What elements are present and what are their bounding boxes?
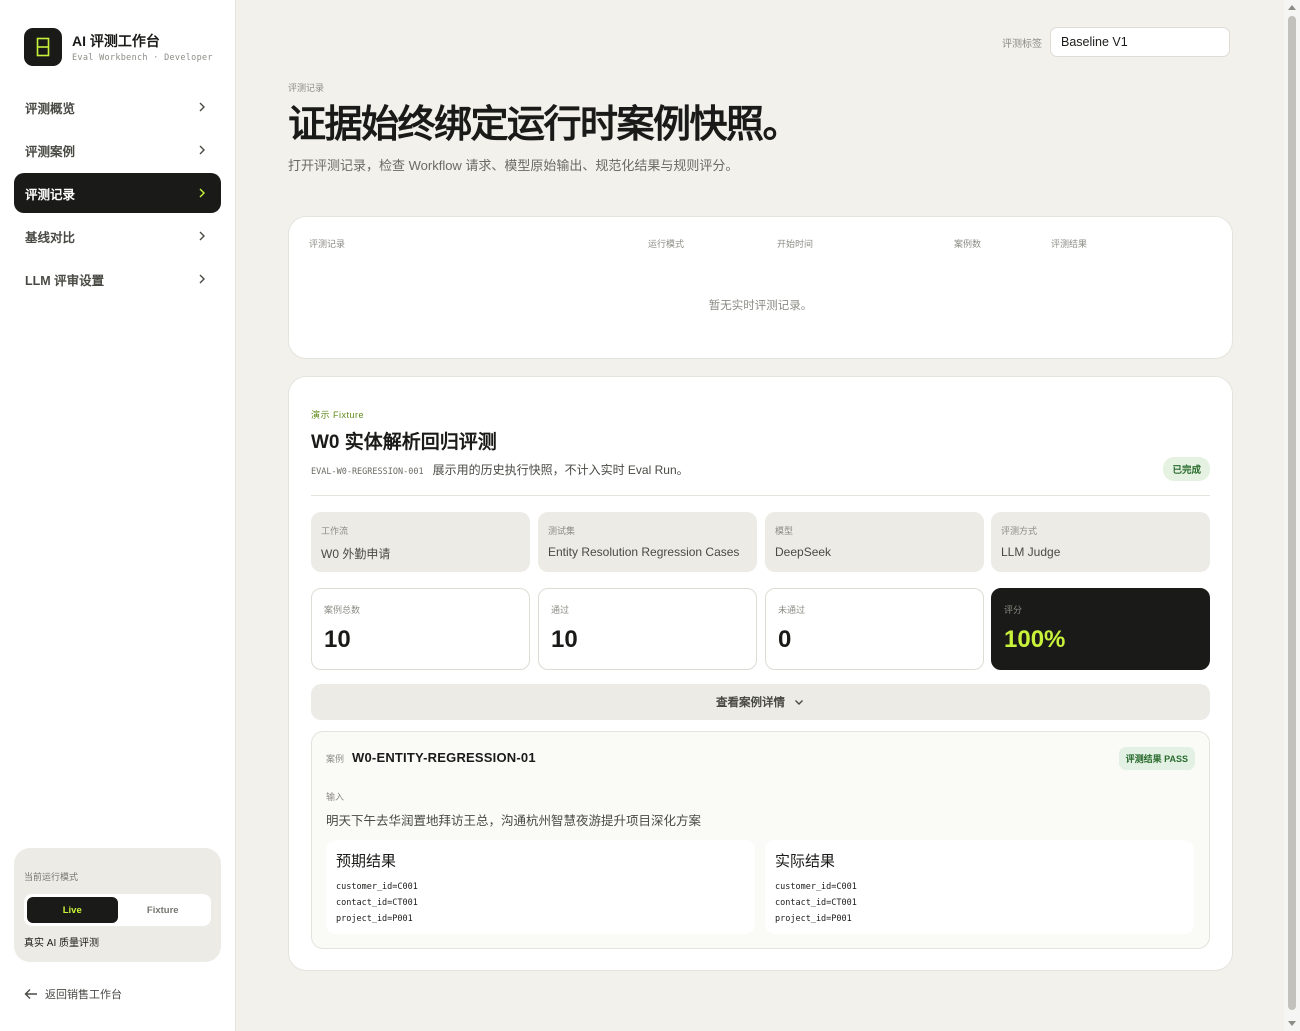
chevron-right-icon [199,274,205,284]
run-mode-toggle: Live Fixture [24,894,211,926]
sidebar-item-label: LLM 评审设置 [25,273,105,288]
sidebar-item-records[interactable]: 评测记录 [14,173,221,213]
column-header-start-time: 开始时间 [777,239,814,249]
sidebar-item-label: 评测记录 [25,187,76,202]
meta-value: LLM Judge [1001,545,1061,559]
meta-workflow: 工作流 W0 外勤申请 [311,512,530,572]
column-header-mode: 运行模式 [648,239,685,249]
chevron-down-icon [795,700,803,705]
pass-badge: 评测结果 PASS [1118,747,1195,770]
run-mode-label: 当前运行模式 [24,872,79,882]
meta-key: 模型 [775,526,794,536]
mode-live-button[interactable]: Live [27,897,118,923]
page-description: 打开评测记录，检查 Workflow 请求、模型原始输出、规范化结果与规则评分。 [288,158,739,173]
stat-score: 评分 100% [991,588,1210,670]
chevron-right-icon [199,102,205,112]
status-badge: 已完成 [1163,457,1210,481]
fixture-title: W0 实体解析回归评测 [311,432,497,453]
fixture-note: 展示用的历史执行快照，不计入实时 Eval Run。 [432,463,689,477]
chevron-right-icon [199,231,205,241]
actual-title: 实际结果 [775,853,836,870]
case-key: 案例 [326,754,345,764]
view-case-details-button[interactable]: 查看案例详情 [311,684,1210,720]
meta-value: Entity Resolution Regression Cases [548,545,740,559]
column-header-case-count: 案例数 [954,239,982,249]
sidebar-item-label: 基线对比 [25,230,76,245]
eval-tag-area: 评测标签 [1002,27,1230,57]
scroll-up-icon[interactable] [1288,5,1296,10]
case-id: W0-ENTITY-REGRESSION-01 [352,750,536,765]
stat-key: 案例总数 [324,605,361,615]
stat-key: 评分 [1004,605,1023,615]
chevron-right-icon [199,145,205,155]
eval-tag-label: 评测标签 [1002,38,1042,50]
meta-model: 模型 DeepSeek [765,512,984,572]
arrow-left-icon [24,989,37,999]
stat-passed: 通过 10 [538,588,757,670]
page-title: 证据始终绑定运行时案例快照。 [288,104,801,146]
run-mode-description: 真实 AI 质量评测 [24,938,100,949]
case-detail: 案例 W0-ENTITY-REGRESSION-01 评测结果 PASS 输入 … [311,731,1210,949]
sidebar-item-label: 评测案例 [25,144,76,159]
actual-line: project_id=P001 [775,914,852,924]
sidebar-item-overview[interactable]: 评测概览 [14,87,221,127]
fixture-eyebrow: 演示 Fixture [311,410,365,420]
sidebar-nav: 评测概览 评测案例 评测记录 基线对比 LLM 评审设置 [14,87,221,302]
brand-title: AI 评测工作台 [72,32,160,49]
input-key: 输入 [326,792,345,802]
stat-total-cases: 案例总数 10 [311,588,530,670]
actual-line: contact_id=CT001 [775,898,857,908]
expected-line: contact_id=CT001 [336,898,418,908]
column-header-record: 评测记录 [309,239,346,249]
scroll-down-icon[interactable] [1288,1021,1296,1026]
sidebar-item-baseline[interactable]: 基线对比 [14,216,221,256]
meta-eval-method: 评测方式 LLM Judge [991,512,1210,572]
brand-subtitle: Eval Workbench · Developer [72,52,213,63]
stat-failed: 未通过 0 [765,588,984,670]
fixture-subline: EVAL-W0-REGRESSION-001 展示用的历史执行快照，不计入实时 … [311,461,689,478]
page-eyebrow: 评测记录 [288,83,325,93]
back-link-label: 返回销售工作台 [45,989,122,1001]
sidebar-item-label: 评测概览 [25,101,76,116]
meta-value: DeepSeek [775,545,832,559]
meta-key: 测试集 [548,526,576,536]
column-header-result: 评测结果 [1051,239,1088,249]
brand: AI 评测工作台 Eval Workbench · Developer [24,28,213,66]
meta-key: 评测方式 [1001,526,1038,536]
records-table: 评测记录 运行模式 开始时间 案例数 评测结果 暂无实时评测记录。 [288,216,1233,359]
meta-key: 工作流 [321,526,349,536]
expected-line: project_id=P001 [336,914,413,924]
fixture-card: 演示 Fixture W0 实体解析回归评测 EVAL-W0-REGRESSIO… [288,376,1233,971]
page-scrollbar[interactable] [1284,0,1300,1031]
mode-fixture-button[interactable]: Fixture [118,897,209,923]
chevron-right-icon [199,188,205,198]
sidebar-item-cases[interactable]: 评测案例 [14,130,221,170]
sidebar: AI 评测工作台 Eval Workbench · Developer 评测概览… [0,0,236,1031]
details-button-label: 查看案例详情 [716,697,785,709]
run-mode-panel: 当前运行模式 Live Fixture 真实 AI 质量评测 [14,848,221,962]
actual-line: customer_id=C001 [775,882,857,892]
stat-key: 未通过 [778,605,806,615]
expected-line: customer_id=C001 [336,882,418,892]
stat-value: 0 [778,626,792,653]
fixture-code: EVAL-W0-REGRESSION-001 [311,467,424,477]
case-header: 案例 W0-ENTITY-REGRESSION-01 [326,750,536,765]
scrollbar-thumb[interactable] [1288,16,1296,1010]
stat-value: 10 [551,626,578,653]
stat-value: 10 [324,626,351,653]
empty-state: 暂无实时评测记录。 [708,300,813,312]
eval-tag-input[interactable] [1050,27,1230,57]
logo-icon [24,28,62,66]
sidebar-item-llm-settings[interactable]: LLM 评审设置 [14,259,221,299]
expected-title: 预期结果 [336,853,397,870]
back-to-sales-link[interactable]: 返回销售工作台 [24,986,122,1002]
meta-value: W0 外勤申请 [321,547,391,561]
stat-key: 通过 [551,605,570,615]
stat-value: 100% [1004,626,1066,653]
expected-result: 预期结果 customer_id=C001 contact_id=CT001 p… [326,840,755,934]
input-value: 明天下午去华润置地拜访王总，沟通杭州智慧夜游提升项目深化方案 [326,814,702,828]
actual-result: 实际结果 customer_id=C001 contact_id=CT001 p… [765,840,1194,934]
meta-test-set: 测试集 Entity Resolution Regression Cases [538,512,757,572]
divider [311,495,1210,496]
